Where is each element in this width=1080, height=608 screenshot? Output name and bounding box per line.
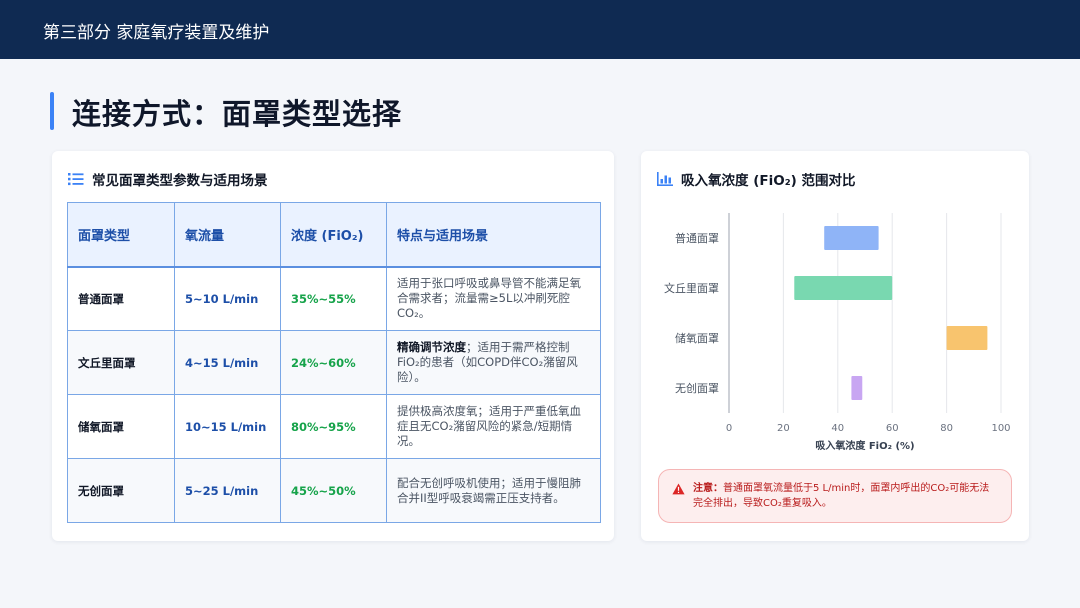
fio2-range-chart: 0 20 40 60 80 100 普通面罩文丘里面罩储氧面罩无创面罩吸入氧浓度 FiO₂ … (664, 213, 1011, 452)
table-card-header: 常见面罩类型参数与适用场景 (68, 170, 268, 189)
table-card-title: 常见面罩类型参数与适用场景 (92, 173, 268, 189)
cell-concentration: 24%~60% (280, 330, 387, 395)
cell-mask-type: 文丘里面罩 (67, 330, 175, 395)
x-tick-label: 60 (886, 423, 899, 434)
table-row: 文丘里面罩 4~15 L/min 24%~60% 精确调节浓度；适用于需严格控制… (67, 330, 601, 395)
cell-concentration: 80%~95% (280, 394, 387, 459)
x-tick-label: 40 (831, 423, 844, 434)
cell-mask-type: 普通面罩 (67, 266, 175, 331)
desc-text: 适用于张口呼吸或鼻导管不能满足氧合需求者；流量需≥5L以冲刷死腔CO₂。 (397, 276, 581, 321)
cell-description: 精确调节浓度；适用于需严格控制FiO₂的患者（如COPD伴CO₂潴留风险）。 (386, 330, 601, 395)
warning-box: 注意：普通面罩氧流量低于5 L/min时，面罩内呼出的CO₂可能无法完全排出，导… (658, 469, 1012, 523)
category-label: 储氧面罩 (675, 331, 719, 345)
warning-text: 普通面罩氧流量低于5 L/min时，面罩内呼出的CO₂可能无法完全排出，导致CO… (693, 483, 990, 509)
x-tick-label: 80 (940, 423, 953, 434)
column-header: 特点与适用场景 (386, 202, 601, 268)
desc-text: 提供极高浓度氧；适用于严重低氧血症且无CO₂潴留风险的紧急/短期情况。 (397, 404, 581, 448)
page-title: 连接方式：面罩类型选择 (72, 97, 403, 131)
range-bar (794, 276, 893, 300)
category-label: 无创面罩 (675, 382, 719, 395)
x-tick-label: 0 (726, 423, 732, 434)
cell-flow: 5~25 L/min (174, 458, 281, 523)
table-header-row: 面罩类型 氧流量 浓度 (FiO₂) 特点与适用场景 (67, 202, 601, 268)
section-title: 第三部分 家庭氧疗装置及维护 (43, 23, 270, 43)
table-row: 普通面罩 5~10 L/min 35%~55% 适用于张口呼吸或鼻导管不能满足氧… (67, 266, 601, 331)
top-bar: 第三部分 家庭氧疗装置及维护 (0, 0, 1080, 59)
cell-flow: 10~15 L/min (174, 394, 281, 459)
list-icon (68, 173, 84, 186)
cell-concentration: 35%~55% (280, 266, 387, 331)
x-tick-label: 20 (777, 423, 790, 434)
cell-description: 适用于张口呼吸或鼻导管不能满足氧合需求者；流量需≥5L以冲刷死腔CO₂。 (386, 266, 601, 331)
table-card: 常见面罩类型参数与适用场景 面罩类型 氧流量 浓度 (FiO₂) 特点与适用场景… (52, 151, 614, 541)
cell-flow: 4~15 L/min (174, 330, 281, 395)
table-row: 无创面罩 5~25 L/min 45%~50% 配合无创呼吸机使用；适用于慢阻肺… (67, 458, 601, 523)
warning-label: 注意： (693, 483, 723, 494)
range-bar (851, 376, 863, 400)
cell-concentration: 45%~50% (280, 458, 387, 523)
category-label: 普通面罩 (675, 231, 719, 245)
cell-flow: 5~10 L/min (174, 266, 281, 331)
category-label: 文丘里面罩 (664, 281, 719, 295)
range-bar (946, 326, 988, 350)
cell-mask-type: 储氧面罩 (67, 394, 175, 459)
warning-triangle-icon (672, 483, 685, 495)
column-header: 面罩类型 (67, 202, 175, 268)
desc-text: 配合无创呼吸机使用；适用于慢阻肺合并II型呼吸衰竭需正压支持者。 (397, 475, 581, 505)
chart-card: 吸入氧浓度 (FiO₂) 范围对比 0 20 40 60 80 100 普通面罩 文丘里面罩储… (641, 151, 1029, 541)
table-row: 储氧面罩 10~15 L/min 80%~95% 提供极高浓度氧；适用于严重低氧… (67, 394, 601, 459)
range-bar (824, 226, 879, 250)
desc-emphasis: 精确调节浓度 (397, 340, 466, 354)
cell-description: 配合无创呼吸机使用；适用于慢阻肺合并II型呼吸衰竭需正压支持者。 (386, 458, 601, 523)
mask-table: 面罩类型 氧流量 浓度 (FiO₂) 特点与适用场景 普通面罩 5~10 L/m… (67, 202, 601, 523)
cell-mask-type: 无创面罩 (67, 458, 175, 523)
title-accent-bar (50, 92, 54, 130)
column-header: 氧流量 (174, 202, 281, 268)
column-header: 浓度 (FiO₂) (280, 202, 387, 268)
x-tick-label: 100 (991, 423, 1010, 434)
x-axis-label: 吸入氧浓度 FiO₂ (%) (815, 439, 914, 452)
cell-description: 提供极高浓度氧；适用于严重低氧血症且无CO₂潴留风险的紧急/短期情况。 (386, 394, 601, 459)
